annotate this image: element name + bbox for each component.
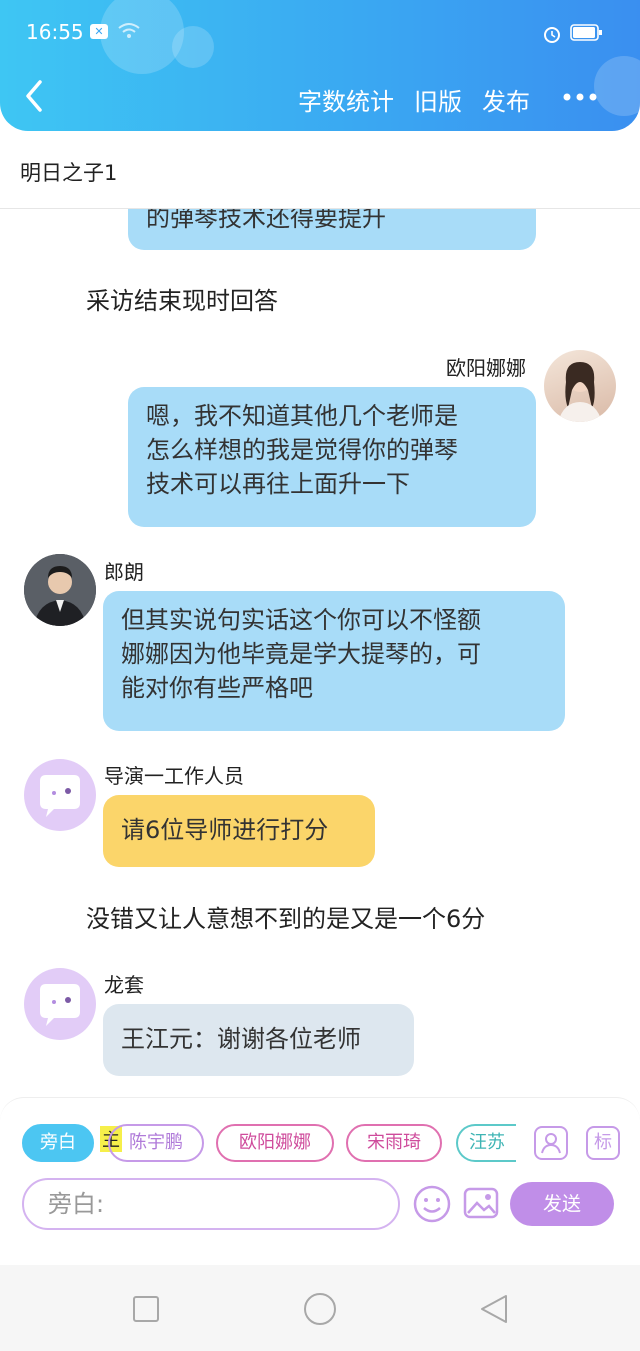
role-chip[interactable]: 陈宇鹏 [108, 1124, 204, 1162]
role-chip-narration[interactable]: 旁白 [22, 1124, 94, 1162]
chat-bubble-avatar-icon [40, 984, 80, 1026]
alarm-icon [544, 27, 560, 43]
character-manage-icon[interactable] [534, 1126, 568, 1160]
avatar[interactable] [24, 759, 96, 831]
header-actions: 字数统计 旧版 发布 [298, 82, 550, 117]
status-bar: 16:55 ✕ [0, 0, 640, 64]
message-input[interactable]: 旁白: [22, 1178, 400, 1230]
image-icon[interactable] [462, 1184, 500, 1222]
narration-text: 没错又让人意想不到的是又是一个6分 [86, 905, 486, 933]
message-text-line: 嗯，我不知道其他几个老师是 [146, 402, 458, 430]
publish-button[interactable]: 发布 [482, 82, 530, 117]
narration-text: 采访结束现时回答 [86, 287, 278, 315]
system-nav-bar [0, 1265, 640, 1351]
emoji-icon[interactable] [412, 1184, 452, 1224]
chat-bubble-avatar-icon [40, 775, 80, 817]
speaker-name: 导演一工作人员 [104, 764, 244, 788]
message-text: 请6位导师进行打分 [121, 816, 329, 844]
avatar-portrait-icon [558, 362, 602, 422]
app-header: 16:55 ✕ 字数统计 旧版 发布 [0, 0, 640, 131]
word-count-button[interactable]: 字数统计 [298, 82, 394, 117]
recents-icon[interactable] [132, 1295, 160, 1323]
message-bubble[interactable]: 嗯，我不知道其他几个老师是 怎么样想的我是觉得你的弹琴 技术可以再往上面升一下 [128, 387, 536, 527]
avatar[interactable] [544, 350, 616, 422]
composer: 旁白 主 陈宇鹏 欧阳娜娜 宋雨琦 汪苏 标 旁白: 发送 [0, 1097, 640, 1237]
message-bubble[interactable]: 的弹琴技术还得要提升 [128, 209, 536, 250]
message-text: 王江元：谢谢各位老师 [121, 1025, 361, 1053]
status-time: 16:55 [26, 20, 84, 44]
old-version-button[interactable]: 旧版 [414, 82, 462, 117]
role-chip[interactable]: 宋雨琦 [346, 1124, 442, 1162]
avatar[interactable] [24, 968, 96, 1040]
chat-area[interactable]: 的弹琴技术还得要提升 采访结束现时回答 欧阳娜娜 嗯，我不知道其他几个老师是 怎… [0, 209, 640, 1097]
role-chip[interactable]: 汪苏 [456, 1124, 516, 1162]
decorative-bubble [594, 56, 640, 116]
message-text: 的弹琴技术还得要提升 [146, 209, 386, 232]
message-text-line: 娜娜因为他毕竟是学大提琴的，可 [121, 640, 481, 668]
battery-icon [570, 24, 602, 41]
message-bubble[interactable]: 但其实说句实话这个你可以不怪额 娜娜因为他毕竟是学大提琴的，可 能对你有些严格吧 [103, 591, 565, 731]
message-bubble[interactable]: 王江元：谢谢各位老师 [103, 1004, 414, 1076]
avatar-portrait-icon [24, 554, 96, 626]
send-button[interactable]: 发送 [510, 1182, 614, 1226]
wifi-icon [118, 23, 140, 38]
message-text-line: 能对你有些严格吧 [121, 674, 313, 702]
document-title[interactable]: 明日之子1 [0, 131, 640, 209]
message-text-line: 技术可以再往上面升一下 [146, 470, 410, 498]
speaker-name: 郎朗 [104, 560, 144, 584]
mark-button[interactable]: 标 [586, 1126, 620, 1160]
speaker-name: 欧阳娜娜 [446, 356, 526, 380]
message-text-line: 怎么样想的我是觉得你的弹琴 [146, 436, 458, 464]
back-nav-icon[interactable] [478, 1293, 510, 1325]
more-icon[interactable] [562, 92, 598, 102]
message-text-line: 但其实说句实话这个你可以不怪额 [121, 606, 481, 634]
speaker-name: 龙套 [104, 973, 144, 997]
message-bubble[interactable]: 请6位导师进行打分 [103, 795, 375, 867]
notification-icon: ✕ [90, 24, 108, 39]
avatar[interactable] [24, 554, 96, 626]
back-icon[interactable] [20, 78, 50, 114]
home-icon[interactable] [302, 1291, 338, 1327]
role-chip[interactable]: 欧阳娜娜 [216, 1124, 334, 1162]
